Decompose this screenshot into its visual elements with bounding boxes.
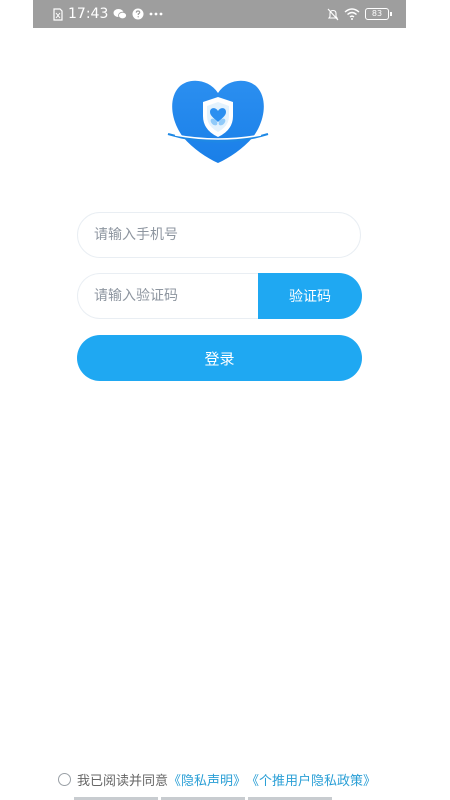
code-input[interactable] — [94, 288, 258, 304]
status-right: 83 — [327, 8, 392, 21]
agree-checkbox[interactable] — [58, 772, 71, 786]
code-field[interactable] — [77, 273, 258, 319]
get-code-label: 验证码 — [289, 289, 331, 305]
wifi-icon — [344, 8, 360, 20]
question-icon — [132, 8, 144, 20]
battery-tip — [390, 12, 392, 16]
push-privacy-policy-link[interactable]: 《个推用户隐私政策》 — [246, 770, 376, 789]
login-button[interactable]: 登录 — [77, 335, 362, 381]
agreement-text: 我已阅读并同意 — [77, 773, 169, 789]
status-time: 17:43 — [68, 6, 109, 22]
mute-icon — [327, 8, 339, 21]
get-code-button[interactable]: 验证码 — [258, 273, 362, 319]
verification-row: 验证码 — [77, 273, 362, 319]
app-logo — [165, 75, 271, 167]
battery-icon: 83 — [365, 8, 392, 20]
battery-level: 83 — [365, 8, 389, 20]
login-screen: 17:43 83 请输入手机号 请输入验证码 验证码 登录 我已阅读并同意 《隐… — [0, 0, 450, 800]
sim-icon — [53, 7, 63, 21]
login-label: 登录 — [204, 349, 235, 368]
agreement-row: 我已阅读并同意 《隐私声明》 《个推用户隐私政策》 — [58, 769, 376, 789]
phone-input[interactable] — [94, 227, 360, 243]
heart-shield-logo-icon — [167, 80, 269, 163]
phone-field[interactable] — [77, 212, 361, 258]
wechat-icon — [113, 8, 128, 20]
status-bar: 17:43 83 — [33, 0, 406, 28]
status-left: 17:43 — [53, 6, 163, 22]
more-icon — [149, 12, 163, 16]
privacy-statement-link[interactable]: 《隐私声明》 — [168, 770, 246, 789]
